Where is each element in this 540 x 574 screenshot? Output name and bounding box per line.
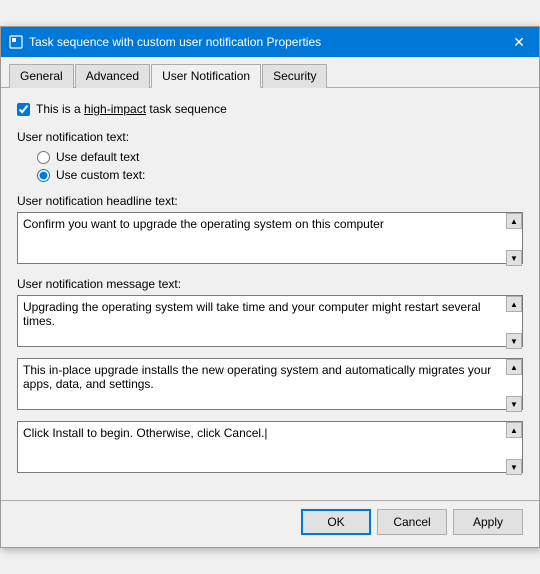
message-textarea-2[interactable] bbox=[17, 358, 523, 410]
user-notification-text-label: User notification text: bbox=[17, 130, 523, 144]
message-textarea-3[interactable] bbox=[17, 421, 523, 473]
radio-custom[interactable] bbox=[37, 169, 50, 182]
message-wrapper-1: ▲ ▼ bbox=[17, 295, 523, 350]
msg1-scroll-down[interactable]: ▼ bbox=[506, 333, 522, 349]
footer: OK Cancel Apply bbox=[1, 500, 539, 547]
high-impact-row: This is a high-impact task sequence bbox=[17, 102, 523, 116]
window-icon bbox=[9, 35, 23, 49]
tab-security[interactable]: Security bbox=[262, 64, 327, 88]
title-bar: Task sequence with custom user notificat… bbox=[1, 27, 539, 57]
tab-bar: General Advanced User Notification Secur… bbox=[1, 57, 539, 88]
message-wrapper-3: ▲ ▼ bbox=[17, 421, 523, 476]
tab-general[interactable]: General bbox=[9, 64, 74, 88]
high-impact-link: high-impact bbox=[84, 102, 146, 116]
ok-button[interactable]: OK bbox=[301, 509, 371, 535]
tab-user-notification[interactable]: User Notification bbox=[151, 64, 261, 88]
radio-default[interactable] bbox=[37, 151, 50, 164]
apply-button[interactable]: Apply bbox=[453, 509, 523, 535]
msg1-scroll-up[interactable]: ▲ bbox=[506, 296, 522, 312]
radio-default-label: Use default text bbox=[56, 150, 139, 164]
high-impact-label: This is a high-impact task sequence bbox=[36, 102, 227, 116]
tab-advanced[interactable]: Advanced bbox=[75, 64, 150, 88]
message-textarea-1[interactable] bbox=[17, 295, 523, 347]
headline-scroll-down[interactable]: ▼ bbox=[506, 250, 522, 266]
dialog-content: General Advanced User Notification Secur… bbox=[1, 57, 539, 547]
msg2-scroll-up[interactable]: ▲ bbox=[506, 359, 522, 375]
radio-custom-label: Use custom text: bbox=[56, 168, 145, 182]
msg3-scroll-down[interactable]: ▼ bbox=[506, 459, 522, 475]
headline-textarea[interactable] bbox=[17, 212, 523, 264]
high-impact-checkbox[interactable] bbox=[17, 103, 30, 116]
message-label: User notification message text: bbox=[17, 277, 523, 291]
radio-custom-row: Use custom text: bbox=[37, 168, 523, 182]
radio-default-row: Use default text bbox=[37, 150, 523, 164]
msg3-scroll-up[interactable]: ▲ bbox=[506, 422, 522, 438]
headline-label: User notification headline text: bbox=[17, 194, 523, 208]
close-button[interactable]: ✕ bbox=[507, 33, 531, 51]
msg2-scroll-down[interactable]: ▼ bbox=[506, 396, 522, 412]
window-title: Task sequence with custom user notificat… bbox=[29, 35, 321, 49]
cancel-button[interactable]: Cancel bbox=[377, 509, 447, 535]
message-wrapper-2: ▲ ▼ bbox=[17, 358, 523, 413]
radio-group: Use default text Use custom text: bbox=[37, 150, 523, 182]
dialog-window: Task sequence with custom user notificat… bbox=[0, 26, 540, 548]
headline-scroll-up[interactable]: ▲ bbox=[506, 213, 522, 229]
title-bar-left: Task sequence with custom user notificat… bbox=[9, 35, 321, 49]
headline-wrapper: ▲ ▼ bbox=[17, 212, 523, 267]
tab-content: This is a high-impact task sequence User… bbox=[1, 88, 539, 496]
